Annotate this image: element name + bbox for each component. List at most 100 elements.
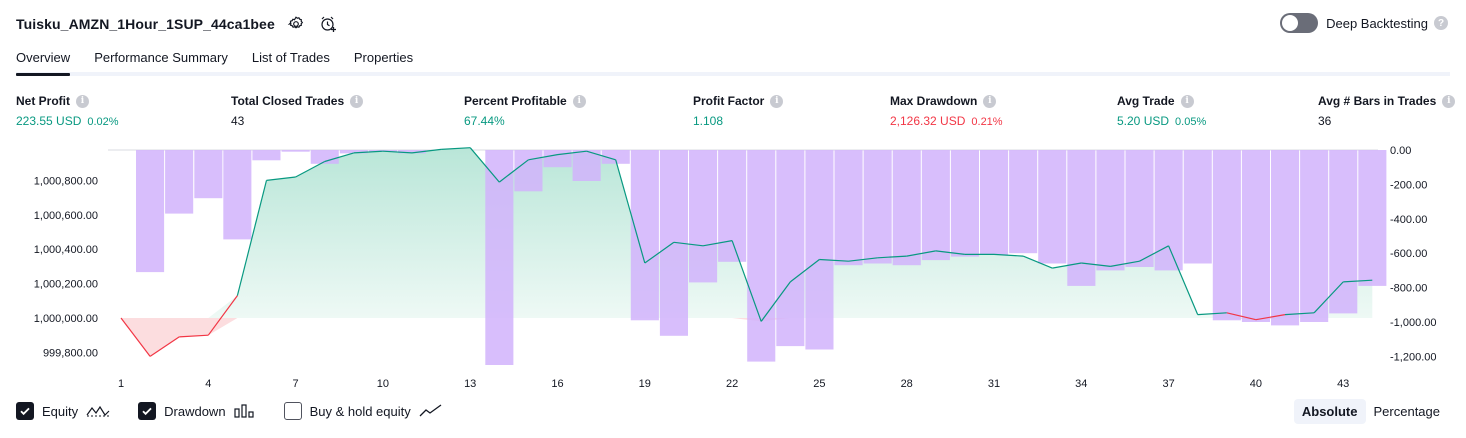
deep-backtesting-toggle[interactable] bbox=[1280, 13, 1319, 33]
metric-label: Profit Factor bbox=[693, 94, 765, 108]
absolute-button[interactable]: Absolute bbox=[1293, 399, 1366, 424]
drawdown-checkbox[interactable] bbox=[138, 402, 157, 420]
tab-list-of-trades[interactable]: List of Trades bbox=[252, 44, 330, 72]
equity-label: Equity bbox=[42, 403, 79, 419]
info-icon[interactable]: i bbox=[76, 94, 89, 108]
drawdown-bar bbox=[514, 150, 543, 192]
drawdown-bar bbox=[1271, 150, 1300, 326]
chart-legend: Equity Drawdown Buy & hold equity bbox=[16, 402, 471, 420]
x-axis-tick-label: 31 bbox=[988, 378, 1000, 390]
drawdown-bar bbox=[1009, 150, 1038, 254]
drawdown-bar bbox=[921, 150, 950, 261]
drawdown-bar bbox=[834, 150, 863, 266]
drawdown-bar bbox=[1241, 150, 1270, 322]
legend-buy-hold[interactable]: Buy & hold equity bbox=[283, 402, 443, 420]
metrics-row: Net Profit i 223.55 USD 0.02% Total Closed… bbox=[16, 94, 1456, 130]
legend-equity[interactable]: Equity bbox=[16, 402, 110, 420]
tab-bar: Overview Performance Summary List of Tra… bbox=[16, 44, 1450, 76]
metric-percent: 0.02% bbox=[87, 116, 119, 128]
x-axis-tick-label: 19 bbox=[639, 378, 651, 390]
drawdown-bar bbox=[718, 150, 747, 262]
drawdown-bar bbox=[892, 150, 921, 266]
metric-value: 5.20 USD bbox=[1117, 114, 1170, 128]
value-mode-switch: Absolute Percentage bbox=[1293, 399, 1449, 424]
metric-value: 67.44% bbox=[464, 114, 505, 128]
metric-value: 2,126.32 USD bbox=[890, 114, 966, 128]
metric-label: Percent Profitable bbox=[464, 94, 567, 108]
drawdown-label: Drawdown bbox=[164, 403, 226, 419]
equity-drawdown-chart: 1,000,800.00 1,000,600.00 1,000,400.00 1,00… bbox=[0, 140, 1466, 390]
metric-profit-factor: Profit Factor i 1.108 bbox=[693, 94, 784, 128]
drawdown-bar bbox=[165, 150, 194, 214]
tab-properties[interactable]: Properties bbox=[354, 44, 413, 72]
drawdown-bar bbox=[1183, 150, 1212, 264]
drawdown-bar bbox=[950, 150, 979, 257]
drawdown-bar bbox=[980, 150, 1009, 255]
metric-avg-trade: Avg Trade i 5.20 USD 0.05% bbox=[1117, 94, 1206, 128]
drawdown-bar bbox=[543, 150, 572, 168]
strategy-header: Tuisku_AMZN_1Hour_1SUP_44ca1bee bbox=[16, 12, 339, 36]
buy-hold-checkbox[interactable] bbox=[283, 402, 302, 420]
metric-total-closed-trades: Total Closed Trades i 43 bbox=[231, 94, 364, 128]
drawdown-bar bbox=[776, 150, 805, 347]
drawdown-bar bbox=[805, 150, 834, 350]
drawdown-bar bbox=[1038, 150, 1067, 264]
buy-hold-line-icon bbox=[419, 404, 443, 418]
x-axis-tick-label: 7 bbox=[293, 378, 299, 390]
drawdown-bar bbox=[485, 150, 514, 365]
drawdown-bar bbox=[1212, 150, 1241, 321]
drawdown-bar bbox=[1125, 150, 1154, 267]
right-axis-tick-label: -600.00 bbox=[1390, 248, 1427, 260]
metric-max-drawdown: Max Drawdown i 2,126.32 USD 0.21% bbox=[890, 94, 1003, 128]
info-icon[interactable]: i bbox=[350, 94, 364, 108]
right-axis-tick-label: -400.00 bbox=[1390, 214, 1427, 226]
drawdown-bar bbox=[747, 150, 776, 362]
left-axis-tick-label: 1,000,200.00 bbox=[34, 279, 98, 291]
x-axis-tick-label: 1 bbox=[118, 378, 124, 390]
equity-checkbox[interactable] bbox=[16, 402, 34, 420]
drawdown-bar bbox=[194, 150, 223, 199]
x-axis-tick-label: 10 bbox=[377, 378, 389, 390]
x-axis-tick-label: 16 bbox=[551, 378, 563, 390]
x-axis-tick-label: 43 bbox=[1337, 378, 1349, 390]
x-axis-tick-label: 40 bbox=[1250, 378, 1262, 390]
drawdown-bar bbox=[1154, 150, 1183, 271]
left-axis-tick-label: 1,000,000.00 bbox=[34, 313, 98, 325]
info-icon[interactable]: i bbox=[572, 94, 586, 108]
x-axis-tick-label: 37 bbox=[1162, 378, 1174, 390]
info-icon[interactable]: i bbox=[1442, 94, 1456, 108]
right-axis-tick-label: 0.00 bbox=[1390, 145, 1411, 157]
tab-performance-summary[interactable]: Performance Summary bbox=[94, 44, 228, 72]
x-axis-tick-label: 13 bbox=[464, 378, 476, 390]
metric-value: 36 bbox=[1318, 114, 1332, 128]
x-axis-tick-label: 34 bbox=[1075, 378, 1087, 390]
metric-value: 223.55 USD bbox=[16, 114, 82, 128]
metric-percent: 0.05% bbox=[1175, 116, 1207, 128]
x-axis-tick-label: 28 bbox=[901, 378, 913, 390]
left-axis-tick-label: 999,800.00 bbox=[43, 347, 98, 359]
right-axis-tick-label: -1,200.00 bbox=[1390, 351, 1436, 363]
metric-label: Max Drawdown bbox=[890, 94, 978, 108]
right-axis-tick-label: -200.00 bbox=[1390, 179, 1427, 191]
drawdown-bar bbox=[1096, 150, 1125, 271]
left-axis-tick-label: 1,000,800.00 bbox=[34, 175, 98, 187]
buy-hold-label: Buy & hold equity bbox=[309, 403, 411, 419]
info-icon[interactable]: i bbox=[770, 94, 784, 108]
drawdown-bar bbox=[223, 150, 252, 240]
metric-avg-bars-in-trades: Avg # Bars in Trades i 36 bbox=[1318, 94, 1456, 128]
gear-icon[interactable] bbox=[285, 13, 307, 35]
info-icon[interactable]: i bbox=[983, 94, 997, 108]
drawdown-bar bbox=[630, 150, 659, 321]
metric-value: 1.108 bbox=[693, 114, 724, 128]
tab-overview[interactable]: Overview bbox=[16, 44, 71, 76]
alarm-clock-plus-icon[interactable] bbox=[317, 13, 339, 35]
percentage-button[interactable]: Percentage bbox=[1366, 399, 1449, 424]
help-icon[interactable]: ? bbox=[1434, 16, 1448, 30]
metric-label: Avg Trade bbox=[1117, 94, 1175, 108]
strategy-name: Tuisku_AMZN_1Hour_1SUP_44ca1bee bbox=[16, 16, 275, 32]
legend-drawdown[interactable]: Drawdown bbox=[138, 402, 255, 420]
metric-net-profit: Net Profit i 223.55 USD 0.02% bbox=[16, 94, 119, 128]
metric-label: Total Closed Trades bbox=[231, 94, 345, 108]
metric-percent: 0.21% bbox=[971, 116, 1003, 128]
info-icon[interactable]: i bbox=[1180, 94, 1194, 108]
